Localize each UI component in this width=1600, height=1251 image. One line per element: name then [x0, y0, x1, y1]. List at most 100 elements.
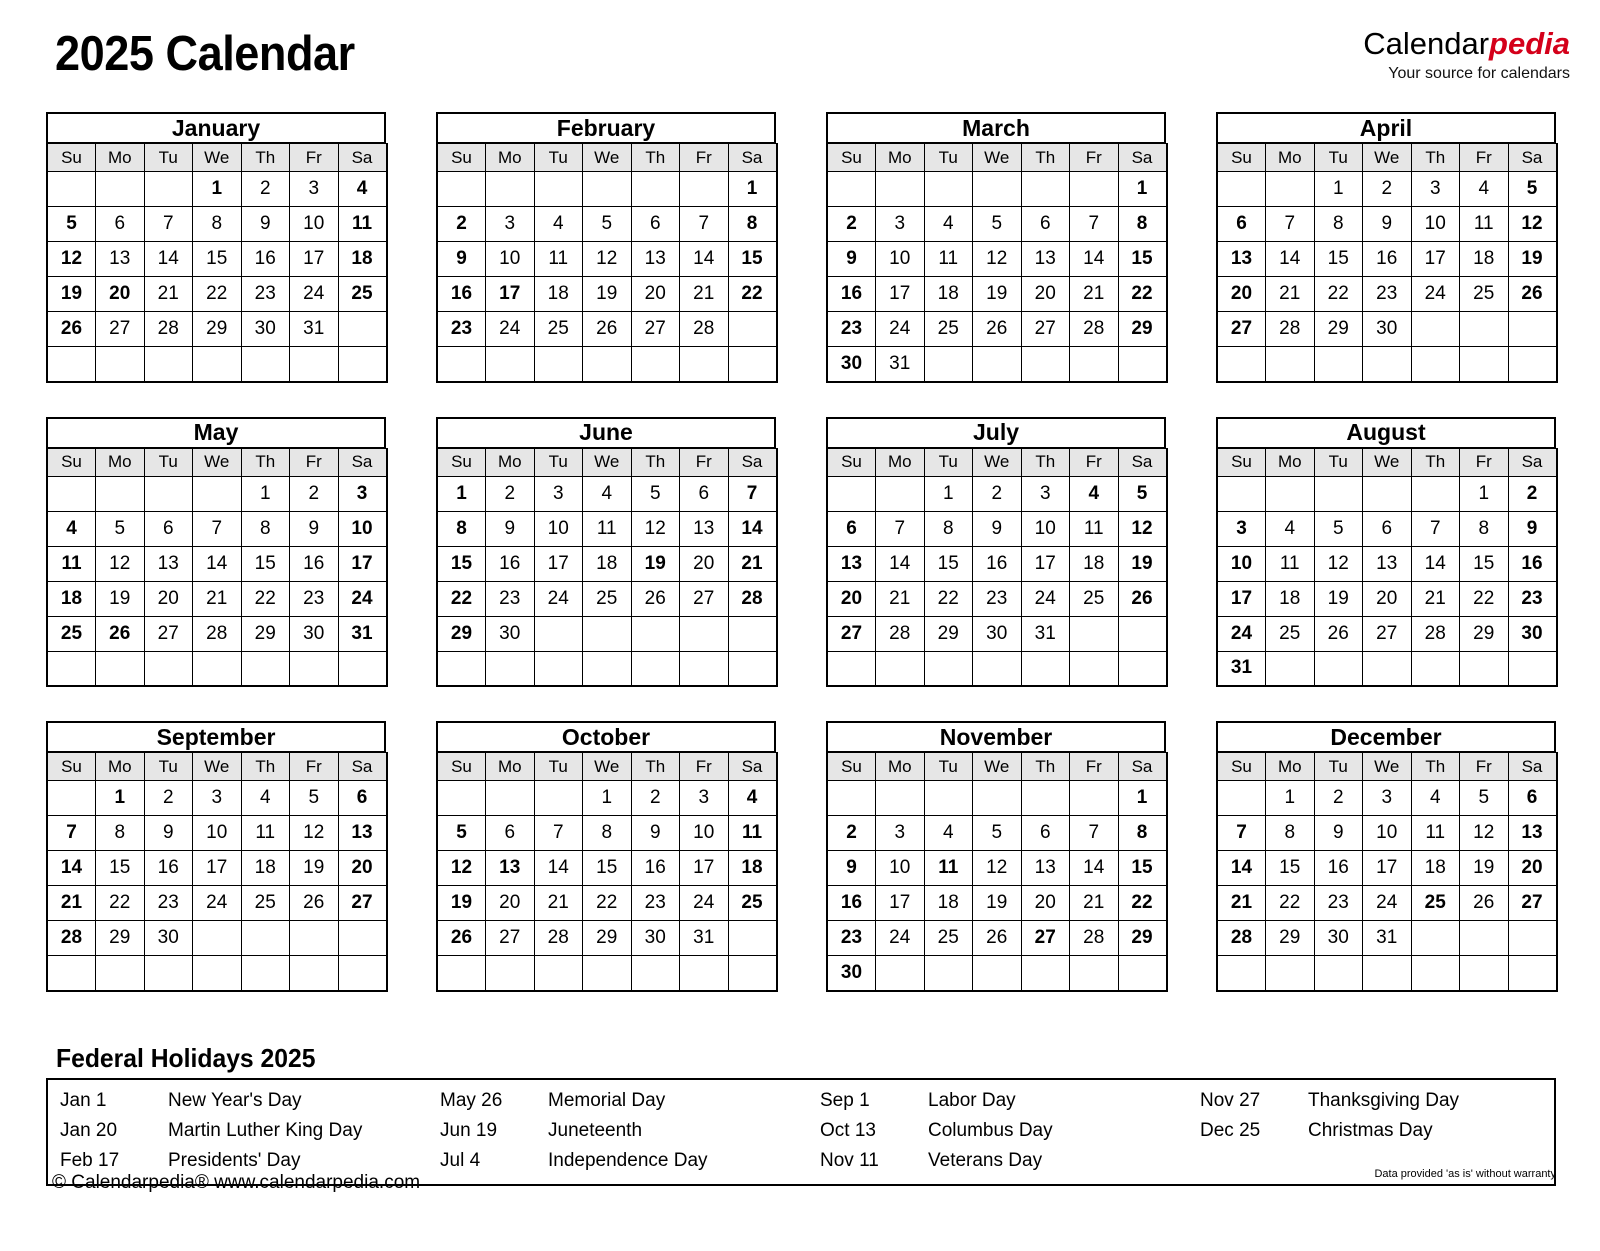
- day-cell[interactable]: 14: [143, 241, 193, 277]
- day-cell[interactable]: 9: [630, 815, 680, 851]
- day-cell[interactable]: 14: [727, 510, 777, 547]
- day-cell[interactable]: 16: [436, 276, 486, 312]
- day-cell[interactable]: 22: [1117, 276, 1167, 312]
- day-cell[interactable]: 1: [1313, 171, 1363, 207]
- day-cell[interactable]: 10: [533, 510, 583, 547]
- day-cell[interactable]: 21: [143, 276, 193, 312]
- day-cell[interactable]: 21: [1265, 276, 1315, 312]
- day-cell[interactable]: 8: [923, 510, 973, 547]
- day-cell[interactable]: 10: [337, 510, 387, 547]
- day-cell[interactable]: 22: [1265, 885, 1315, 921]
- day-cell[interactable]: 14: [1410, 545, 1460, 582]
- day-cell[interactable]: 28: [1069, 311, 1119, 347]
- day-cell[interactable]: 28: [679, 311, 729, 347]
- day-cell[interactable]: 16: [826, 276, 876, 312]
- day-cell[interactable]: 20: [679, 545, 729, 582]
- day-cell[interactable]: 7: [192, 510, 242, 547]
- day-cell[interactable]: 17: [679, 850, 729, 886]
- day-cell[interactable]: 11: [1069, 510, 1119, 547]
- day-cell[interactable]: 24: [1020, 580, 1070, 617]
- day-cell[interactable]: 17: [1216, 580, 1266, 617]
- day-cell[interactable]: 11: [533, 241, 583, 277]
- day-cell[interactable]: 3: [1362, 780, 1412, 816]
- day-cell[interactable]: 2: [826, 815, 876, 851]
- day-cell[interactable]: 21: [533, 885, 583, 921]
- day-cell[interactable]: 14: [679, 241, 729, 277]
- day-cell[interactable]: 6: [485, 815, 535, 851]
- day-cell[interactable]: 13: [679, 510, 729, 547]
- day-cell[interactable]: 15: [95, 850, 145, 886]
- day-cell[interactable]: 15: [1459, 545, 1509, 582]
- day-cell[interactable]: 26: [436, 920, 486, 956]
- day-cell[interactable]: 25: [923, 920, 973, 956]
- day-cell[interactable]: 2: [436, 206, 486, 242]
- day-cell[interactable]: 26: [1117, 580, 1167, 617]
- day-cell[interactable]: 17: [875, 885, 925, 921]
- day-cell[interactable]: 1: [1117, 780, 1167, 816]
- day-cell[interactable]: 15: [1117, 241, 1167, 277]
- day-cell[interactable]: 13: [1362, 545, 1412, 582]
- day-cell[interactable]: 1: [1459, 475, 1509, 512]
- day-cell[interactable]: 26: [1507, 276, 1557, 312]
- day-cell[interactable]: 5: [95, 510, 145, 547]
- day-cell[interactable]: 16: [630, 850, 680, 886]
- day-cell[interactable]: 2: [972, 475, 1022, 512]
- day-cell[interactable]: 14: [1069, 850, 1119, 886]
- day-cell[interactable]: 25: [1069, 580, 1119, 617]
- day-cell[interactable]: 2: [826, 206, 876, 242]
- day-cell[interactable]: 30: [1507, 615, 1557, 652]
- day-cell[interactable]: 27: [1507, 885, 1557, 921]
- day-cell[interactable]: 9: [1362, 206, 1412, 242]
- day-cell[interactable]: 19: [1459, 850, 1509, 886]
- day-cell[interactable]: 3: [485, 206, 535, 242]
- day-cell[interactable]: 17: [289, 241, 339, 277]
- day-cell[interactable]: 16: [143, 850, 193, 886]
- day-cell[interactable]: 10: [1216, 545, 1266, 582]
- day-cell[interactable]: 1: [240, 475, 290, 512]
- day-cell[interactable]: 16: [240, 241, 290, 277]
- day-cell[interactable]: 22: [727, 276, 777, 312]
- day-cell[interactable]: 21: [1410, 580, 1460, 617]
- day-cell[interactable]: 30: [485, 615, 535, 652]
- day-cell[interactable]: 29: [1265, 920, 1315, 956]
- day-cell[interactable]: 3: [533, 475, 583, 512]
- day-cell[interactable]: 18: [1459, 241, 1509, 277]
- day-cell[interactable]: 28: [727, 580, 777, 617]
- day-cell[interactable]: 9: [240, 206, 290, 242]
- day-cell[interactable]: 5: [46, 206, 96, 242]
- day-cell[interactable]: 26: [630, 580, 680, 617]
- day-cell[interactable]: 17: [1362, 850, 1412, 886]
- day-cell[interactable]: 25: [240, 885, 290, 921]
- day-cell[interactable]: 16: [1362, 241, 1412, 277]
- day-cell[interactable]: 24: [1362, 885, 1412, 921]
- day-cell[interactable]: 18: [582, 545, 632, 582]
- day-cell[interactable]: 24: [337, 580, 387, 617]
- day-cell[interactable]: 8: [727, 206, 777, 242]
- day-cell[interactable]: 18: [923, 885, 973, 921]
- day-cell[interactable]: 27: [1362, 615, 1412, 652]
- day-cell[interactable]: 25: [533, 311, 583, 347]
- day-cell[interactable]: 23: [1362, 276, 1412, 312]
- day-cell[interactable]: 15: [727, 241, 777, 277]
- day-cell[interactable]: 7: [46, 815, 96, 851]
- day-cell[interactable]: 6: [630, 206, 680, 242]
- day-cell[interactable]: 27: [630, 311, 680, 347]
- day-cell[interactable]: 29: [1117, 311, 1167, 347]
- day-cell[interactable]: 31: [1362, 920, 1412, 956]
- day-cell[interactable]: 2: [143, 780, 193, 816]
- day-cell[interactable]: 10: [192, 815, 242, 851]
- day-cell[interactable]: 25: [923, 311, 973, 347]
- day-cell[interactable]: 23: [240, 276, 290, 312]
- day-cell[interactable]: 9: [1507, 510, 1557, 547]
- day-cell[interactable]: 17: [337, 545, 387, 582]
- day-cell[interactable]: 27: [337, 885, 387, 921]
- day-cell[interactable]: 28: [1265, 311, 1315, 347]
- day-cell[interactable]: 19: [972, 276, 1022, 312]
- day-cell[interactable]: 26: [289, 885, 339, 921]
- day-cell[interactable]: 2: [1313, 780, 1363, 816]
- day-cell[interactable]: 5: [582, 206, 632, 242]
- day-cell[interactable]: 4: [1265, 510, 1315, 547]
- day-cell[interactable]: 16: [485, 545, 535, 582]
- day-cell[interactable]: 19: [95, 580, 145, 617]
- day-cell[interactable]: 6: [337, 780, 387, 816]
